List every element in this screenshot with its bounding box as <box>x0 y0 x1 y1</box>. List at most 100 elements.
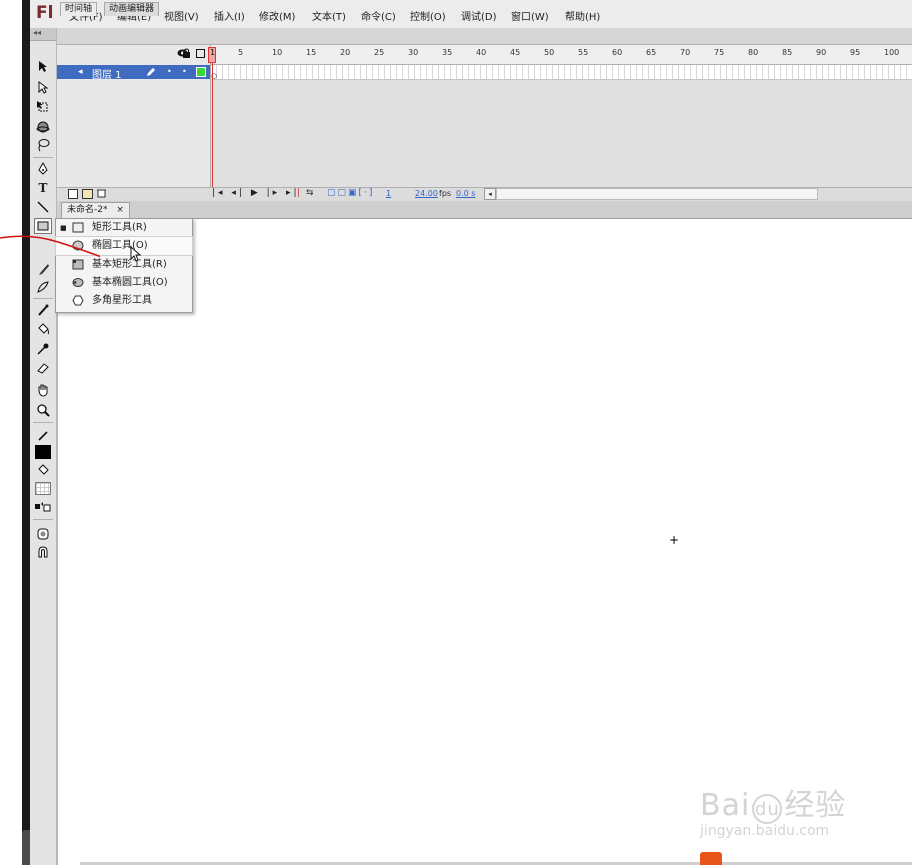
paint-bucket-tool-icon[interactable] <box>34 321 52 337</box>
scroll-left-icon[interactable]: ◂ <box>484 188 496 200</box>
annotation-arrow <box>0 235 100 258</box>
layer-type-icon: ◂ <box>78 67 83 77</box>
3d-rotation-tool-icon[interactable] <box>34 119 52 135</box>
menu-item[interactable]: 视图(V) <box>164 8 199 23</box>
lasso-tool-icon[interactable] <box>34 137 52 153</box>
menu-item[interactable]: 帮助(H) <box>565 8 600 23</box>
text-tool-icon[interactable]: T <box>34 180 52 196</box>
menu-item[interactable]: 插入(I) <box>214 8 245 23</box>
deco-tool-icon[interactable] <box>34 279 52 295</box>
lock-dot[interactable]: • <box>182 67 187 76</box>
flyout-item-label: 矩形工具(R) <box>92 222 147 233</box>
fill-color-icon[interactable] <box>34 462 52 478</box>
fps-unit: fps <box>439 189 452 198</box>
hand-tool-icon[interactable] <box>34 382 52 398</box>
swap-colors-icon[interactable] <box>34 499 52 515</box>
ruler-tick-label: 100 <box>884 48 900 57</box>
elapsed-time[interactable]: 0.0 s <box>456 189 475 198</box>
ruler-tick-label: 15 <box>306 48 317 57</box>
outline-icon[interactable] <box>196 49 205 58</box>
stage[interactable] <box>57 219 912 865</box>
playback-controls[interactable]: |◂ ◂| ▶ |▸ ▸| <box>212 188 300 198</box>
ruler-tick-label: 90 <box>816 48 827 57</box>
delete-layer-icon[interactable] <box>97 188 106 201</box>
visibility-dot[interactable]: • <box>167 67 172 76</box>
menu-item[interactable]: 窗口(W) <box>511 8 549 23</box>
menu-item[interactable]: 文本(T) <box>312 8 346 23</box>
bone-tool-icon[interactable] <box>34 302 52 318</box>
layer-color-swatch[interactable] <box>196 67 206 77</box>
close-icon[interactable]: × <box>116 205 124 215</box>
mouse-pointer-icon <box>130 245 142 267</box>
onion-skin-icon[interactable]: | <box>297 188 300 198</box>
watermark-url: jingyan.baidu.com <box>700 823 830 839</box>
loop-icon[interactable]: ⇆ <box>306 188 314 198</box>
flyout-item-primitive-oval[interactable]: 基本椭圆工具(O) <box>56 274 192 292</box>
current-frame-display[interactable]: 1 <box>386 189 391 198</box>
collapse-icon[interactable]: ◂◂ <box>33 28 41 37</box>
free-transform-tool-icon[interactable] <box>34 99 52 115</box>
tab-timeline[interactable]: 时间轴 <box>60 2 98 16</box>
ruler-tick-label: 65 <box>646 48 657 57</box>
watermark-logo: Bai du 经验 <box>700 780 846 824</box>
menu-item[interactable]: 控制(O) <box>410 8 446 23</box>
fps-display[interactable]: 24.00 <box>415 189 438 198</box>
polystar-icon <box>72 295 84 306</box>
ruler-tick-label: 50 <box>544 48 555 57</box>
ruler-tick-label: 75 <box>714 48 725 57</box>
ruler-tick-label: 40 <box>476 48 487 57</box>
stage-border <box>57 219 58 865</box>
zoom-tool-icon[interactable] <box>34 402 52 418</box>
pen-tool-icon[interactable] <box>34 161 52 177</box>
playhead-frame: 1 <box>210 48 216 57</box>
ruler-tick-label: 20 <box>340 48 351 57</box>
selection-tool-icon[interactable] <box>34 58 52 74</box>
watermark-logo-text: Bai <box>700 788 751 823</box>
window-frame-left <box>22 0 30 865</box>
pencil-icon[interactable] <box>146 67 156 80</box>
layer-name[interactable]: 图层 1 <box>92 66 122 81</box>
horizontal-scrollbar[interactable] <box>496 188 818 200</box>
menu-item[interactable]: 调试(D) <box>461 8 497 23</box>
frame-cells[interactable] <box>211 65 912 80</box>
line-tool-icon[interactable] <box>34 199 52 215</box>
ruler-tick-label: 70 <box>680 48 691 57</box>
eyedropper-tool-icon[interactable] <box>34 341 52 357</box>
playhead-line <box>212 63 213 187</box>
subselection-tool-icon[interactable] <box>34 79 52 95</box>
watermark-logo-cn: 经验 <box>784 788 847 823</box>
ruler-tick-label: 55 <box>578 48 589 57</box>
flyout-item-label: 基本椭圆工具(O) <box>92 277 168 288</box>
tool-separator <box>33 422 53 423</box>
new-folder-icon[interactable] <box>82 189 93 199</box>
flyout-item-polystar[interactable]: 多角星形工具 <box>56 292 192 310</box>
ruler-tick-label: 45 <box>510 48 521 57</box>
tool-separator <box>33 298 53 299</box>
ruler-tick-label: 30 <box>408 48 419 57</box>
fill-color-swatch[interactable] <box>34 480 52 496</box>
stroke-color-icon[interactable] <box>34 427 52 443</box>
stroke-color-swatch[interactable] <box>34 444 52 460</box>
onion-skin-buttons[interactable]: ▢▢▣[·] <box>327 188 374 198</box>
menu-item[interactable]: 修改(M) <box>259 8 295 23</box>
lock-icon[interactable] <box>182 48 191 61</box>
tab-motion-editor[interactable]: 动画编辑器 <box>104 2 160 16</box>
ruler-tick-label: 5 <box>238 48 244 57</box>
bottom-strip-icons <box>700 852 722 865</box>
ruler-tick-label: 85 <box>782 48 793 57</box>
new-layer-icon[interactable] <box>68 189 78 199</box>
snap-magnet-icon[interactable] <box>34 544 52 560</box>
document-tab[interactable]: 未命名-2* × <box>61 202 130 219</box>
brand-badge-icon <box>700 852 722 865</box>
menu-item[interactable]: 命令(C) <box>361 8 396 23</box>
eraser-tool-icon[interactable] <box>34 360 52 376</box>
app-logo: Fl <box>36 3 54 23</box>
timeline-tabbar <box>57 28 912 45</box>
ruler-tick-label: 25 <box>374 48 385 57</box>
outer-margin <box>0 0 24 865</box>
ruler-tick-label: 80 <box>748 48 759 57</box>
ruler-tick-label: 95 <box>850 48 861 57</box>
ruler-tick-label: 35 <box>442 48 453 57</box>
tool-separator <box>33 519 53 520</box>
object-drawing-icon[interactable] <box>34 526 52 542</box>
